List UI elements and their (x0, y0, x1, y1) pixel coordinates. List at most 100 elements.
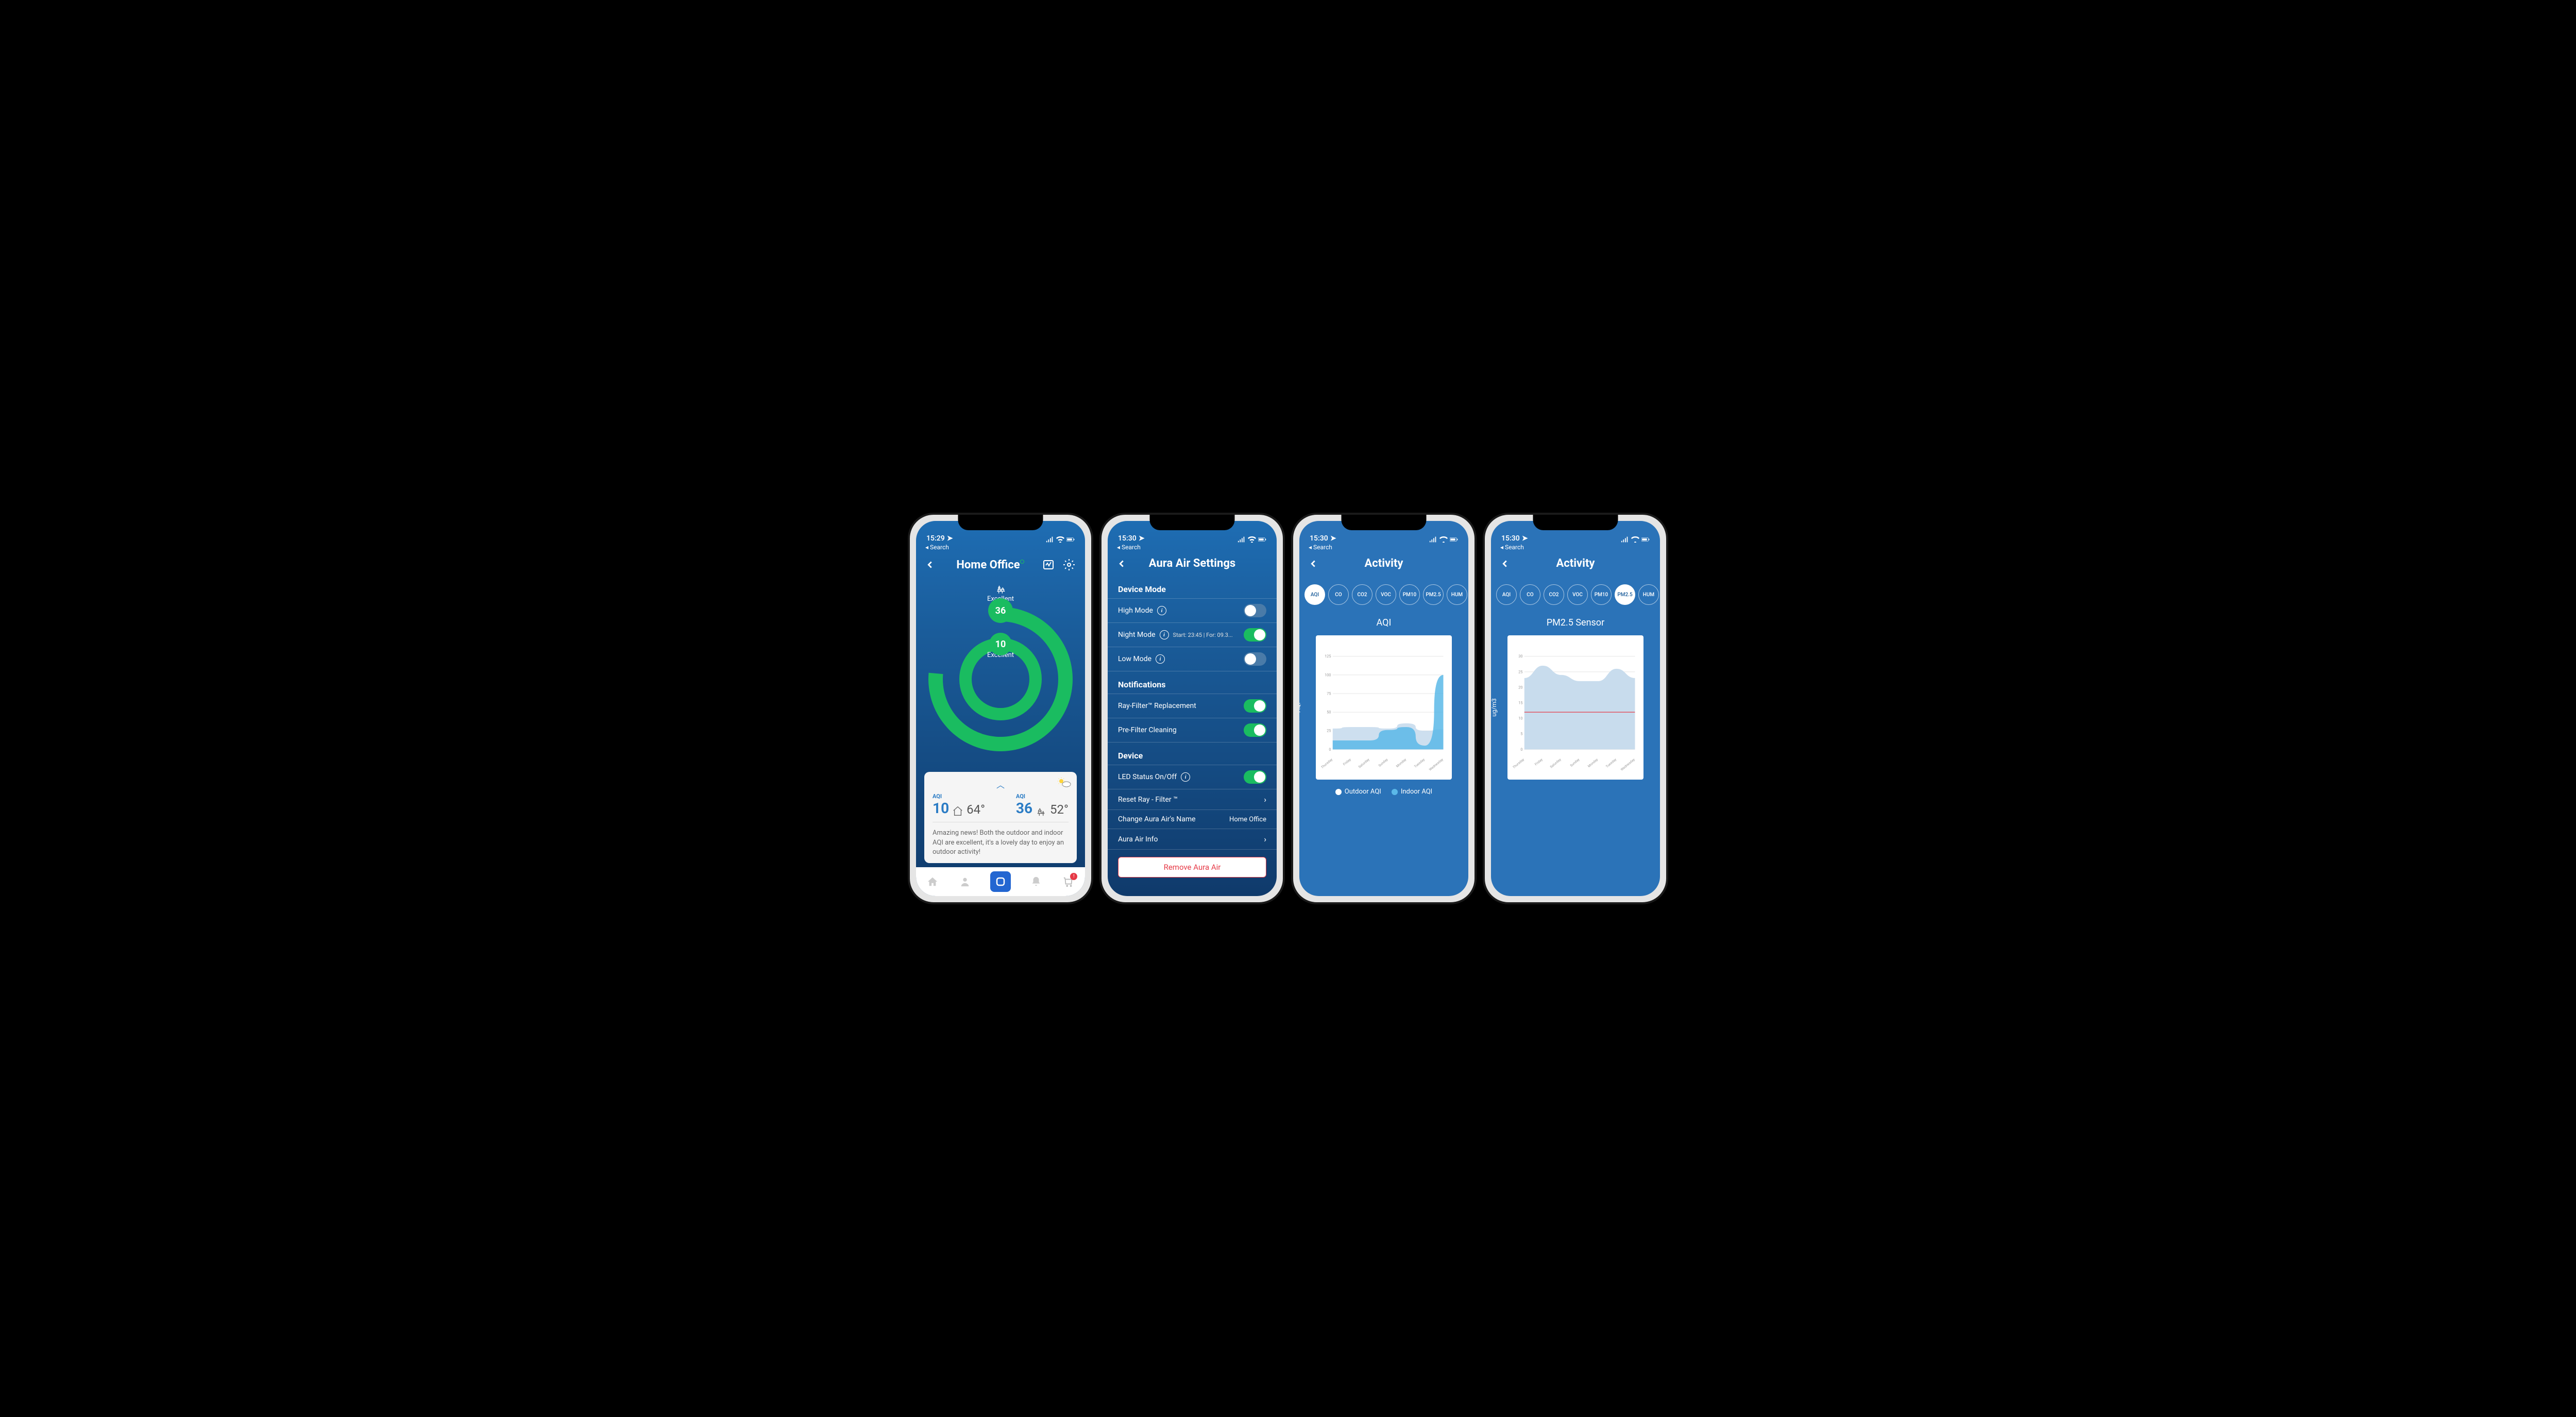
metric-chips: AQICOCO2VOCPM10PM2.5HUM (1491, 576, 1660, 613)
row-info[interactable]: Aura Air Info› (1108, 829, 1277, 850)
svg-text:Wednesday: Wednesday (1620, 757, 1636, 772)
device-name-value: Home Office (1229, 816, 1266, 823)
toggle-high[interactable] (1244, 604, 1266, 617)
phone-settings: 15:30➤ ◂ Search Aura Air Settings Device… (1099, 513, 1285, 904)
chip-aqi[interactable]: AQI (1496, 584, 1517, 605)
svg-text:Wednesday: Wednesday (1428, 757, 1444, 772)
search-back[interactable]: ◂ Search (1108, 544, 1277, 551)
svg-text:10: 10 (1518, 716, 1522, 721)
chip-co2[interactable]: CO2 (1352, 584, 1372, 605)
time: 15:30 (1118, 534, 1137, 543)
row-pre-filter[interactable]: Pre-Filter Cleaning (1108, 718, 1277, 743)
y-axis-label: ug/m3 (1491, 698, 1498, 717)
svg-text:Tuesday: Tuesday (1605, 757, 1617, 769)
svg-text:Thursday: Thursday (1513, 757, 1525, 769)
legend-dot-outdoor (1335, 789, 1342, 795)
chip-voc[interactable]: VOC (1376, 584, 1396, 605)
chip-pm10[interactable]: PM10 (1399, 584, 1420, 605)
legend-dot-indoor (1392, 789, 1398, 795)
svg-text:Tuesday: Tuesday (1413, 757, 1426, 769)
location-icon: ➤ (1522, 534, 1528, 543)
svg-text:5: 5 (1520, 732, 1522, 736)
tab-device-icon[interactable] (990, 871, 1011, 892)
chevron-right-icon: › (1264, 795, 1266, 804)
svg-text:0: 0 (1329, 747, 1331, 752)
info-icon[interactable]: i (1160, 630, 1169, 639)
tab-home-icon[interactable] (925, 874, 940, 889)
back-button[interactable] (1499, 558, 1515, 569)
svg-text:25: 25 (1327, 729, 1331, 733)
inner-aqi-value[interactable]: 10 (989, 633, 1012, 655)
back-button[interactable] (924, 559, 940, 570)
activity-icon[interactable] (1041, 557, 1056, 572)
row-low-mode[interactable]: Low Modei (1108, 647, 1277, 671)
page-title: Home Office (940, 559, 1041, 571)
section-device-mode: Device Mode (1108, 576, 1277, 598)
svg-text:Monday: Monday (1587, 757, 1599, 768)
phone-activity-pm25: 15:30➤ ◂ Search Activity AQICOCO2VOCPM10… (1483, 513, 1668, 904)
chip-co[interactable]: CO (1328, 584, 1349, 605)
row-led[interactable]: LED Status On/Offi (1108, 765, 1277, 789)
back-button[interactable] (1308, 558, 1323, 569)
info-icon[interactable]: i (1181, 772, 1190, 782)
row-night-mode[interactable]: Night ModeiStart: 23:45 | For: 09.3... (1108, 623, 1277, 647)
notch (1533, 515, 1618, 530)
chip-pm25[interactable]: PM2.5 (1423, 584, 1444, 605)
toggle-pre[interactable] (1244, 723, 1266, 737)
chip-co2[interactable]: CO2 (1544, 584, 1564, 605)
trees-icon (1036, 805, 1047, 817)
row-ray-filter[interactable]: Ray-Filter™ Replacement (1108, 694, 1277, 718)
chip-co[interactable]: CO (1520, 584, 1540, 605)
time: 15:30 (1310, 534, 1328, 543)
weather-icon (1057, 777, 1072, 791)
remove-button[interactable]: Remove Aura Air (1118, 857, 1266, 878)
location-icon: ➤ (1330, 534, 1336, 543)
chip-aqi[interactable]: AQI (1304, 584, 1325, 605)
info-card[interactable]: ︿ AQI10 64° AQI36 52° Amazing news! Both… (924, 772, 1077, 863)
svg-text:75: 75 (1327, 691, 1331, 696)
svg-text:Thursday: Thursday (1321, 757, 1333, 769)
svg-text:30: 30 (1518, 654, 1522, 659)
row-high-mode[interactable]: High Modei (1108, 599, 1277, 623)
search-back[interactable]: ◂ Search (1299, 544, 1468, 551)
chip-pm10[interactable]: PM10 (1591, 584, 1612, 605)
time: 15:29 (926, 534, 945, 543)
tab-notifications-icon[interactable] (1029, 874, 1043, 889)
chip-voc[interactable]: VOC (1567, 584, 1588, 605)
section-device: Device (1108, 743, 1277, 765)
toggle-night[interactable] (1244, 628, 1266, 642)
row-reset[interactable]: Reset Ray - Filter ™› (1108, 789, 1277, 810)
settings-icon[interactable] (1061, 557, 1077, 572)
chip-pm25[interactable]: PM2.5 (1615, 584, 1635, 605)
status-dot-icon (1020, 560, 1024, 564)
chip-hum[interactable]: HUM (1638, 584, 1659, 605)
phone-home: 15:29➤ ◂ Search Home Office Excellent 36… (908, 513, 1093, 904)
search-back[interactable]: ◂ Search (916, 544, 1085, 551)
search-back[interactable]: ◂ Search (1491, 544, 1660, 551)
info-icon[interactable]: i (1157, 606, 1166, 615)
y-axis-label: AQI (1299, 702, 1302, 712)
row-change-name[interactable]: Change Aura Air's NameHome Office (1108, 810, 1277, 829)
tab-cart-icon[interactable]: ! (1061, 874, 1076, 889)
outer-aqi-value[interactable]: 36 (988, 598, 1013, 623)
toggle-low[interactable] (1244, 652, 1266, 666)
status-icons (1046, 536, 1075, 543)
tab-profile-icon[interactable] (958, 874, 972, 889)
time: 15:30 (1501, 534, 1520, 543)
toggle-ray[interactable] (1244, 699, 1266, 713)
chevron-up-icon[interactable]: ︿ (933, 778, 1069, 790)
svg-text:20: 20 (1518, 685, 1522, 689)
page-title: Aura Air Settings (1131, 557, 1253, 570)
back-button[interactable] (1116, 558, 1131, 569)
toggle-led[interactable] (1244, 770, 1266, 784)
indoor-temp: 64° (967, 802, 985, 817)
chart-title: PM2.5 Sensor (1491, 617, 1660, 628)
info-icon[interactable]: i (1156, 654, 1165, 664)
notch (1342, 515, 1427, 530)
aqi-rings: Excellent 36 Excellent 10 (916, 579, 1085, 768)
section-notifications: Notifications (1108, 671, 1277, 694)
notch (1150, 515, 1235, 530)
svg-text:100: 100 (1325, 672, 1331, 677)
chip-hum[interactable]: HUM (1447, 584, 1467, 605)
svg-text:Sunday: Sunday (1378, 757, 1388, 768)
